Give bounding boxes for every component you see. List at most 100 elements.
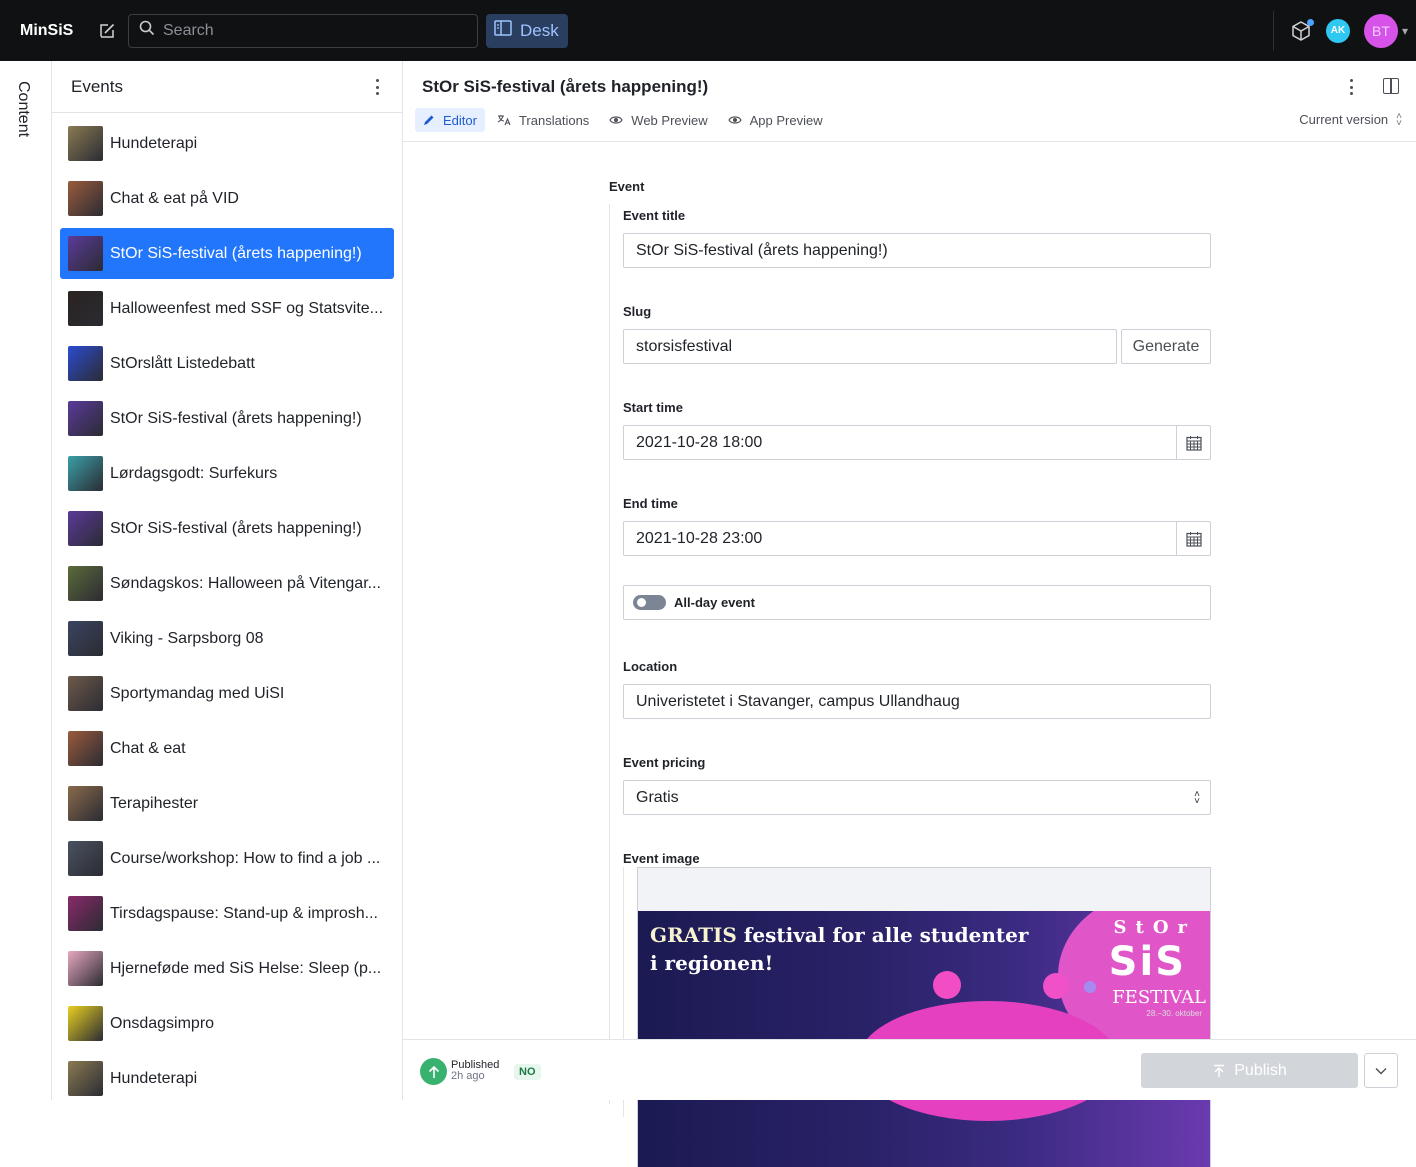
pricing-select[interactable]: Gratis ˄ ˅ [623, 780, 1211, 815]
publish-label: Publish [1234, 1061, 1287, 1079]
publish-menu-button[interactable] [1364, 1053, 1398, 1088]
avatar-ak[interactable]: AK [1325, 18, 1350, 43]
list-item[interactable]: Viking - Sarpsborg 08 [60, 613, 394, 664]
tab-label: Editor [443, 112, 477, 128]
field-label: Event pricing [623, 755, 706, 770]
location-input[interactable]: Univeristetet i Stavanger, campus Ulland… [623, 684, 1211, 719]
event-thumbnail [68, 291, 103, 326]
published-icon [420, 1058, 447, 1085]
list-item[interactable]: StOr SiS-festival (årets happening!) [60, 228, 394, 279]
event-title-field: Event title StOr SiS-festival (årets hap… [623, 208, 1211, 268]
tab-editor[interactable]: Editor [415, 108, 485, 132]
list-item[interactable]: Lørdagsgodt: Surfekurs [60, 448, 394, 499]
split-pane-icon[interactable] [1383, 78, 1399, 94]
tab-app-preview[interactable]: App Preview [720, 108, 831, 132]
location-field: Location Univeristetet i Stavanger, camp… [623, 659, 1211, 719]
list-item-label: StOrslått Listedebatt [110, 354, 255, 372]
document-pane: StOr SiS-festival (årets happening!) Edi… [403, 61, 1416, 1167]
event-thumbnail [68, 181, 103, 216]
list-item[interactable]: Hundeterapi [60, 1053, 394, 1100]
list-item-label: Sportymandag med UiSI [110, 684, 285, 702]
list-item[interactable]: Terapihester [60, 778, 394, 829]
event-thumbnail [68, 951, 103, 986]
image-preview[interactable]: GRATIS festival for alle studenter i reg… [637, 867, 1211, 1167]
list-item[interactable]: Chat & eat på VID [60, 173, 394, 224]
tab-web-preview[interactable]: Web Preview [601, 108, 715, 132]
list-item[interactable]: StOr SiS-festival (årets happening!) [60, 503, 394, 554]
top-navigation-bar: MinSiS Search Desk AK BT ▾ [0, 0, 1416, 61]
list-menu-icon[interactable] [370, 77, 384, 97]
document-menu-icon[interactable] [1344, 77, 1358, 97]
document-header: StOr SiS-festival (årets happening!) Edi… [403, 61, 1416, 142]
document-footer: Published 2h ago NO Publish [403, 1039, 1416, 1100]
tab-label: Web Preview [631, 112, 708, 128]
translate-icon [497, 114, 511, 126]
list-item[interactable]: Sportymandag med UiSI [60, 668, 394, 719]
list-item[interactable]: Course/workshop: How to find a job ... [60, 833, 394, 884]
avatar-bt[interactable]: BT [1363, 13, 1398, 48]
list-item[interactable]: Onsdagsimpro [60, 998, 394, 1049]
list-item-label: Course/workshop: How to find a job ... [110, 849, 381, 867]
list-item[interactable]: Søndagskos: Halloween på Vitengar... [60, 558, 394, 609]
notification-dot [1306, 18, 1314, 26]
language-badge: NO [514, 1064, 541, 1080]
end-time-input[interactable]: 2021-10-28 23:00 [623, 521, 1211, 556]
list-item-label: Onsdagsimpro [110, 1014, 215, 1032]
search-icon [139, 20, 155, 41]
list-item[interactable]: Hundeterapi [60, 118, 394, 169]
list-item[interactable]: Tirsdagspause: Stand-up & improsh... [60, 888, 394, 939]
version-selector[interactable]: Current version ˄ ˅ [1299, 111, 1402, 128]
tab-label: Translations [518, 112, 590, 128]
field-label: Event image [623, 851, 700, 866]
pricing-field: Event pricing Gratis ˄ ˅ [623, 755, 1211, 815]
package-icon[interactable] [1290, 18, 1314, 42]
list-item-label: Tirsdagspause: Stand-up & improsh... [110, 904, 378, 922]
event-thumbnail [68, 841, 103, 876]
content-tool-label[interactable]: Content [14, 81, 32, 137]
end-time-value: 2021-10-28 23:00 [636, 529, 763, 547]
field-label: Location [623, 659, 678, 674]
slug-input[interactable]: storsisfestival [623, 329, 1117, 364]
poster-blob [1084, 981, 1096, 993]
compose-icon[interactable] [94, 18, 120, 44]
list-item[interactable]: StOr SiS-festival (årets happening!) [60, 393, 394, 444]
list-item[interactable]: Hjernefødе med SiS Helse: Sleep (p... [60, 943, 394, 994]
publish-button[interactable]: Publish [1141, 1053, 1358, 1088]
calendar-icon[interactable] [1176, 426, 1210, 459]
all-day-field: All-day event [623, 585, 1211, 620]
list-item-label: Hundeterapi [110, 1069, 198, 1087]
event-form: Event Event title StOr SiS-festival (åre… [609, 179, 1213, 1167]
list-item-label: Chat & eat [110, 739, 186, 757]
upload-icon [1212, 1064, 1226, 1078]
list-item-label: Lørdagsgodt: Surfekurs [110, 464, 278, 482]
list-item[interactable]: Halloweenfest med SSF og Statsvite... [60, 283, 394, 334]
list-item[interactable]: Chat & eat [60, 723, 394, 774]
event-thumbnail [68, 346, 103, 381]
desk-icon [494, 20, 512, 41]
tab-translations[interactable]: Translations [489, 108, 597, 132]
pencil-icon [423, 114, 435, 126]
chevron-down-icon[interactable]: ▾ [1402, 24, 1408, 38]
search-input[interactable]: Search [128, 13, 478, 48]
desk-button[interactable]: Desk [486, 13, 568, 48]
event-thumbnail [68, 511, 103, 546]
event-title-input[interactable]: StOr SiS-festival (årets happening!) [623, 233, 1211, 268]
all-day-switch[interactable] [633, 595, 666, 610]
generate-button[interactable]: Generate [1121, 329, 1211, 364]
poster-blob [1043, 973, 1069, 999]
field-label: Start time [623, 400, 683, 415]
start-time-value: 2021-10-28 18:00 [636, 433, 763, 451]
event-thumbnail [68, 896, 103, 931]
list-item[interactable]: StOrslått Listedebatt [60, 338, 394, 389]
chevron-down-icon [1375, 1062, 1387, 1080]
calendar-icon[interactable] [1176, 522, 1210, 555]
slug-row: storsisfestival Generate [623, 329, 1211, 364]
list-item-label: StOr SiS-festival (årets happening!) [110, 519, 362, 537]
list-item-label: Hundeterapi [110, 134, 198, 152]
start-time-input[interactable]: 2021-10-28 18:00 [623, 425, 1211, 460]
list-item-label: Terapihester [110, 794, 199, 812]
list-header: Events [52, 61, 402, 113]
brand-logo[interactable]: MinSiS [20, 22, 84, 40]
section-label: Event [609, 179, 645, 194]
event-image-field: Event image GRATIS festival for alle stu… [623, 851, 1211, 1167]
